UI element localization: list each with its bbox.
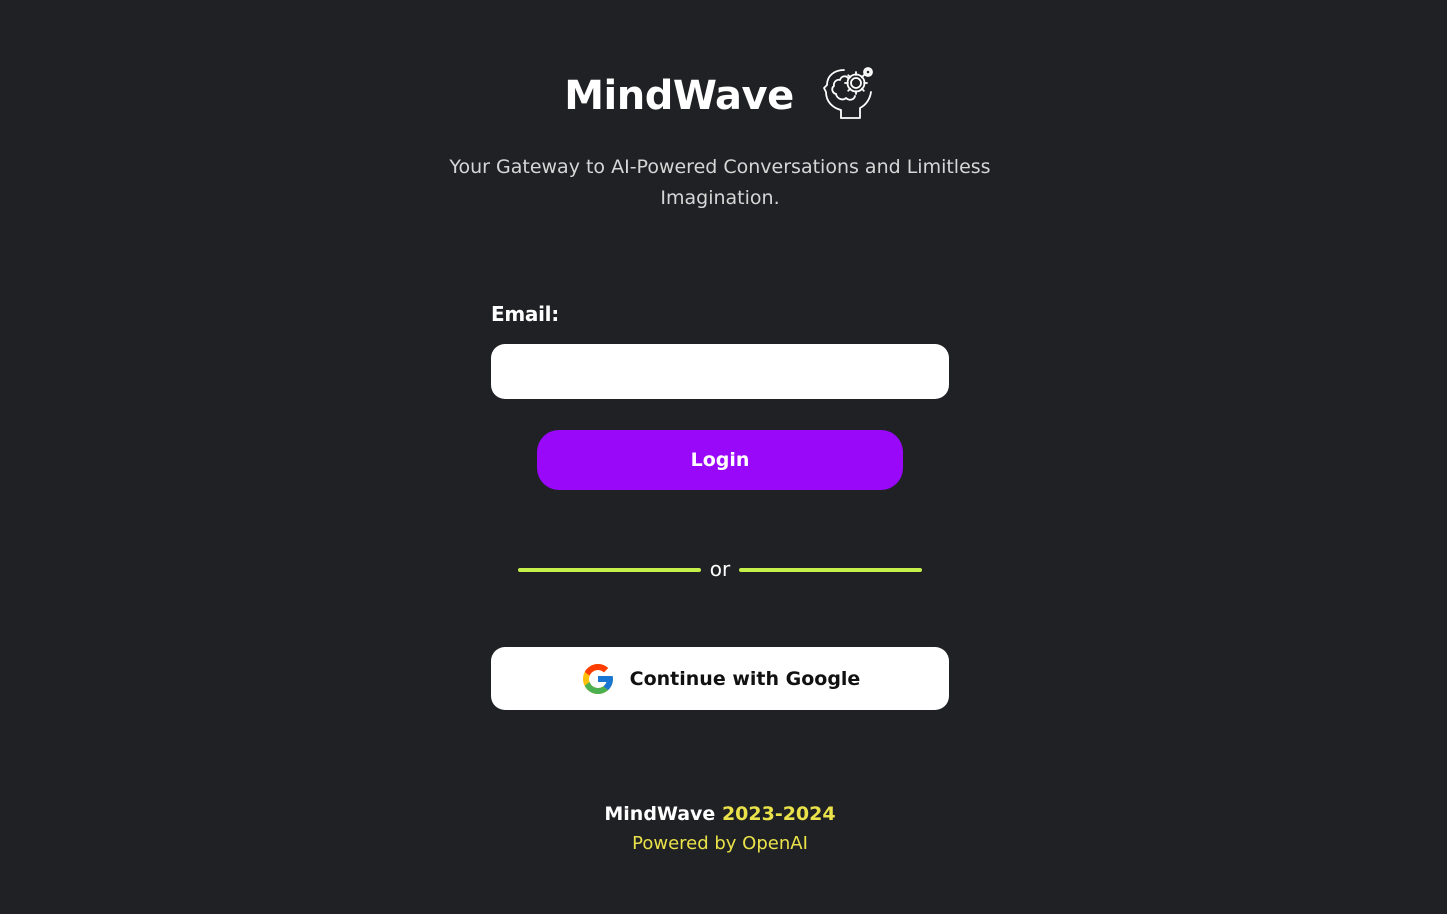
email-field[interactable]: [491, 344, 949, 399]
or-divider: or: [518, 555, 922, 585]
tagline: Your Gateway to AI-Powered Conversations…: [449, 156, 991, 209]
divider-line-left: [518, 568, 701, 572]
brand-header: MindWave: [0, 67, 1440, 122]
divider-line-right: [739, 568, 922, 572]
google-icon: [582, 663, 613, 694]
footer-years: 2023-2024: [721, 803, 836, 825]
login-form: Email:: [491, 302, 949, 399]
brain-gear-icon: [822, 67, 873, 119]
email-label: Email:: [491, 302, 559, 326]
google-signin-button[interactable]: Continue with Google: [491, 647, 949, 710]
footer-brand: MindWave: [604, 803, 716, 825]
login-page: MindWave Your Gateway to AI-Powered Conv…: [0, 0, 1447, 914]
divider-text: or: [709, 557, 731, 581]
footer-powered-by: Powered by OpenAI: [632, 833, 808, 854]
login-button[interactable]: Login: [537, 430, 903, 490]
google-button-label: Continue with Google: [629, 667, 861, 690]
footer-copyright: MindWave 2023-2024: [0, 800, 1440, 828]
footer: MindWave 2023-2024 Powered by OpenAI: [0, 800, 1440, 860]
app-title: MindWave: [564, 73, 794, 119]
